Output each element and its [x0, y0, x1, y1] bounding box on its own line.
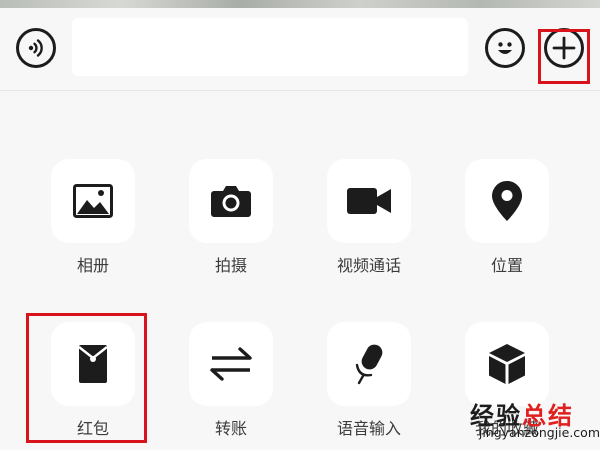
favorites-tile[interactable] [465, 322, 549, 406]
message-input[interactable] [72, 18, 468, 76]
video-call-icon [347, 188, 391, 214]
location-icon [492, 181, 522, 221]
highlight-box-red-envelope [26, 313, 147, 443]
transfer-icon [210, 347, 252, 381]
site-watermark: 经验总结 jingyanzongjie.com [440, 396, 600, 450]
video-call-tile[interactable] [327, 159, 411, 243]
favorites-icon [489, 344, 525, 384]
watermark-url: jingyanzongjie.com [478, 425, 600, 440]
camera-icon [211, 186, 251, 217]
album-tile[interactable] [51, 159, 135, 243]
voice-toggle-button[interactable] [16, 28, 56, 68]
camera-label: 拍摄 [214, 256, 247, 275]
voice-icon [28, 39, 43, 57]
highlight-box-plus [538, 29, 590, 84]
camera-tile[interactable] [189, 159, 273, 243]
voice-input-label: 语音输入 [336, 419, 401, 438]
background-strip [0, 0, 600, 8]
album-label: 相册 [76, 256, 109, 275]
video-call-label: 视频通话 [336, 256, 401, 275]
emoji-icon [498, 42, 512, 54]
voice-input-tile[interactable] [327, 322, 411, 406]
voice-input-icon [355, 344, 383, 385]
chat-input-bar [0, 8, 600, 91]
photo-album-icon [73, 184, 113, 218]
emoji-button[interactable] [485, 28, 525, 68]
transfer-tile[interactable] [189, 322, 273, 406]
location-tile[interactable] [465, 159, 549, 243]
transfer-label: 转账 [214, 419, 247, 438]
location-label: 位置 [490, 256, 523, 275]
